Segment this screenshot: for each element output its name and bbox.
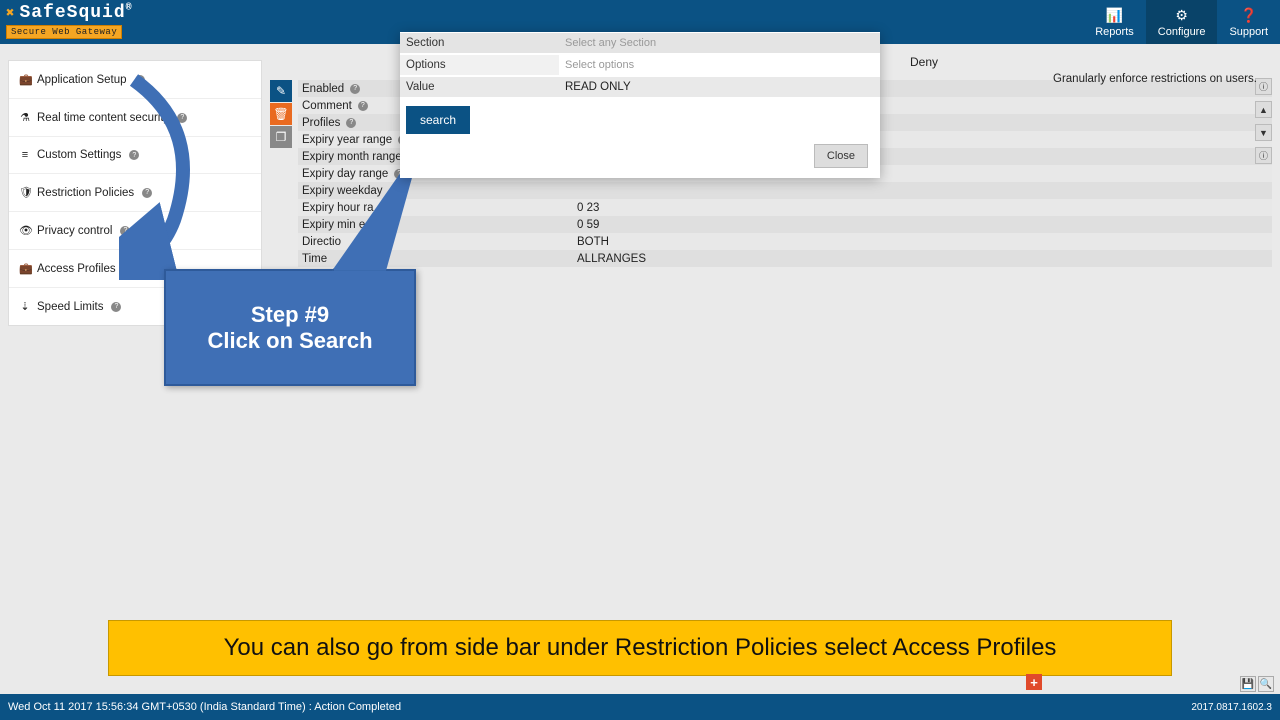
policy-value: 0 23 [573,202,1272,214]
policy-label: Directio [302,236,341,248]
briefcase-icon: 💼 [19,73,31,86]
policy-row: Time ALLRANGES [298,250,1272,267]
modal-row-value: Value READ ONLY [400,76,880,98]
footer-status: Wed Oct 11 2017 15:56:34 GMT+0530 (India… [8,701,401,713]
footer-version: 2017.0817.1602.3 [1191,702,1272,713]
sidebar-item-realtime[interactable]: ⚗ Real time content security? [9,99,261,137]
logo: ✖ SafeSquid® [6,3,133,23]
help-icon[interactable]: ? [135,75,145,85]
reports-action[interactable]: 📊 Reports [1083,0,1146,44]
brand-tagline: Secure Web Gateway [6,25,122,39]
policy-row: Expiry hour ra 0 23 [298,199,1272,216]
footer-icon-group: 💾 🔍 [1240,676,1274,692]
policy-row: Expiry min e?0 59 [298,216,1272,233]
help-icon[interactable]: ? [111,302,121,312]
policy-label: Expiry day range [302,168,388,180]
shield-icon: 🛡 [19,186,31,199]
search-modal: Section Options Value READ ONLY search C… [400,32,880,178]
section-input[interactable] [563,35,876,51]
delete-button[interactable]: 🗑 [270,103,292,125]
right-button-stack: ⓘ ▲ ▼ ⓘ [1255,78,1272,164]
sidebar-item-application-setup[interactable]: 💼 Application Setup? [9,61,261,99]
policy-label: Expiry hour ra [302,202,374,214]
value-text[interactable]: READ ONLY [563,79,876,95]
help-icon[interactable]: ? [120,226,130,236]
sidebar-item-label: Access Profiles [37,263,116,275]
callout-text: Click on Search [207,328,372,354]
policy-row: Expiry weekday [298,182,1272,199]
brand-reg: ® [126,3,133,14]
sidebar-item-label: Real time content security [37,112,169,124]
sidebar-item-label: Custom Settings [37,149,121,161]
sidebar-item-label: Application Setup [37,74,127,86]
support-action[interactable]: ❓ Support [1217,0,1280,44]
policy-label: Expiry min e [302,219,365,231]
modal-row-options: Options [400,54,880,76]
logo-area: ✖ SafeSquid® Secure Web Gateway [0,0,139,44]
tutorial-callout: Step #9 Click on Search [164,269,416,386]
configure-action[interactable]: ⚙ Configure [1146,0,1218,44]
help-icon[interactable]: ? [177,113,187,123]
logo-icon: ✖ [6,5,15,22]
policy-value: 0 59 [573,219,1272,231]
top-actions: 📊 Reports ⚙ Configure ❓ Support [1083,0,1280,44]
yellow-instruction-banner: You can also go from side bar under Rest… [108,620,1172,676]
modal-label: Value [400,77,559,97]
briefcase-icon: 💼 [19,262,31,275]
modal-label: Section [400,33,559,53]
help-icon[interactable]: ? [124,264,134,274]
help-icon[interactable]: ? [350,84,360,94]
policy-label: Time [302,253,327,265]
info-button-2[interactable]: ⓘ [1255,147,1272,164]
help-icon[interactable]: ? [346,118,356,128]
sidebar-item-label: Privacy control [37,225,112,237]
copy-button[interactable]: ❐ [270,126,292,148]
edit-button[interactable]: ✎ [270,80,292,102]
policy-label: Expiry weekday [302,185,383,197]
policy-label: Expiry month range [302,151,402,163]
right-note: Granularly enforce restrictions on users… [1053,73,1268,85]
add-button[interactable]: + [1026,674,1042,690]
support-label: Support [1229,26,1268,38]
tab-deny[interactable]: Deny [910,55,938,69]
policy-row: Directio BOTH [298,233,1272,250]
save-icon[interactable]: 💾 [1240,676,1256,692]
flask-icon: ⚗ [19,111,31,124]
policy-label: Comment [302,100,352,112]
move-down-button[interactable]: ▼ [1255,124,1272,141]
sidebar-item-label: Speed Limits [37,301,103,313]
move-up-button[interactable]: ▲ [1255,101,1272,118]
sidebar-item-custom[interactable]: ≡ Custom Settings? [9,137,261,174]
configure-icon: ⚙ [1175,7,1188,24]
policy-value: BOTH [573,236,1272,248]
search-icon[interactable]: 🔍 [1258,676,1274,692]
search-button[interactable]: search [406,106,470,134]
policy-label: Profiles [302,117,340,129]
modal-label: Options [400,55,559,75]
help-icon[interactable]: ? [142,188,152,198]
sidebar-item-privacy[interactable]: 👁 Privacy control? [9,212,261,250]
close-button[interactable]: Close [814,144,868,168]
list-icon: ≡ [19,149,31,161]
reports-icon: 📊 [1106,7,1123,24]
footer: Wed Oct 11 2017 15:56:34 GMT+0530 (India… [0,694,1280,720]
eye-icon: 👁 [19,224,31,237]
help-icon[interactable]: ? [358,101,368,111]
policy-label: Expiry year range [302,134,392,146]
support-icon: ❓ [1240,7,1257,24]
policy-value: ALLRANGES [573,253,1272,265]
sidebar-item-label: Restriction Policies [37,187,134,199]
configure-label: Configure [1158,26,1206,38]
policy-label: Enabled [302,83,344,95]
policy-icons: ✎ 🗑 ❐ [270,80,292,267]
help-icon[interactable]: ? [129,150,139,160]
reports-label: Reports [1095,26,1134,38]
sidebar-item-restriction[interactable]: 🛡 Restriction Policies? [9,174,261,212]
modal-row-section: Section [400,32,880,54]
callout-step: Step #9 [251,302,329,328]
brand-name: SafeSquid [19,3,125,23]
options-input[interactable] [563,57,876,73]
download-icon: ⇣ [19,300,31,313]
